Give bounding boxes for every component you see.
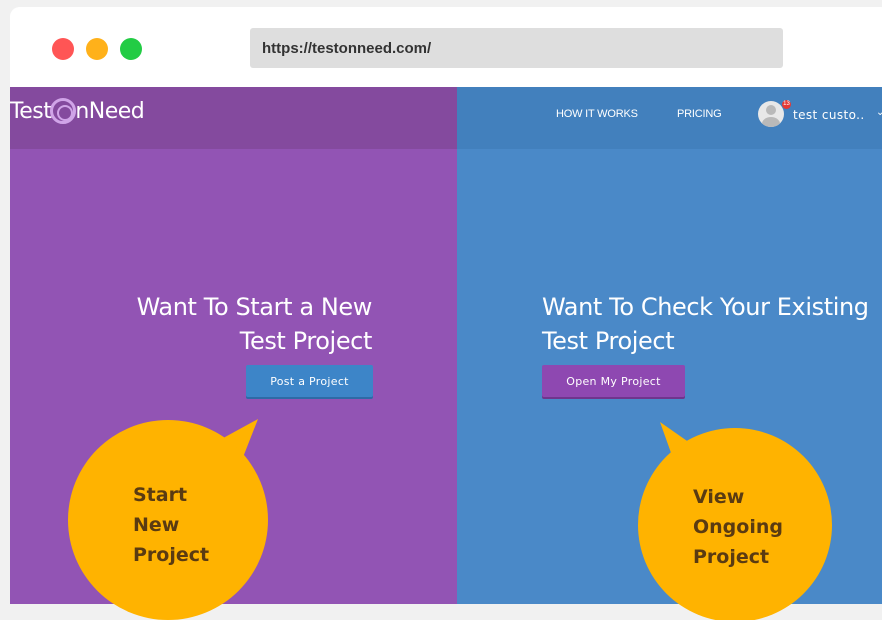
callout-right-line3: Project [693, 546, 770, 568]
minimize-window-button[interactable] [86, 38, 108, 60]
user-name[interactable]: test custo.. [793, 108, 865, 122]
start-project-heading: Want To Start a New Test Project [118, 290, 373, 358]
start-new-project-callout: Start New Project [133, 480, 209, 570]
nav-how-it-works[interactable]: HOW IT WORKS [556, 108, 638, 120]
callout-right-line1: View [693, 486, 745, 508]
user-avatar[interactable] [758, 101, 784, 127]
site-logo[interactable]: Test nNeed [10, 98, 145, 124]
callout-right-line2: Ongoing [693, 516, 783, 538]
callout-left-line3: Project [133, 544, 210, 566]
maximize-window-button[interactable] [120, 38, 142, 60]
callout-left-line1: Start [133, 484, 188, 506]
chevron-down-icon[interactable]: ⌄ [876, 107, 882, 118]
nav-pricing[interactable]: PRICING [677, 108, 722, 120]
notification-badge[interactable]: 13 [782, 100, 791, 109]
address-bar[interactable]: https://testonneed.com/ [250, 28, 783, 68]
browser-chrome: https://testonneed.com/ [10, 7, 882, 87]
target-icon [50, 98, 77, 124]
existing-heading-line1: Want To Check Your Existing [542, 293, 869, 321]
address-bar-url: https://testonneed.com/ [262, 39, 432, 57]
existing-heading-line2: Test Project [542, 327, 675, 355]
existing-project-heading: Want To Check Your Existing Test Project [542, 290, 877, 358]
close-window-button[interactable] [52, 38, 74, 60]
start-heading-line1: Want To Start a New [136, 293, 373, 321]
start-heading-line2: Test Project [239, 327, 373, 355]
open-my-project-button[interactable]: Open My Project [542, 365, 685, 397]
view-ongoing-project-callout: View Ongoing Project [693, 482, 783, 572]
callout-left-line2: New [133, 514, 180, 536]
post-a-project-button[interactable]: Post a Project [246, 365, 373, 397]
logo-text-right: nNeed [75, 98, 145, 124]
logo-text-left: Test [10, 98, 52, 124]
